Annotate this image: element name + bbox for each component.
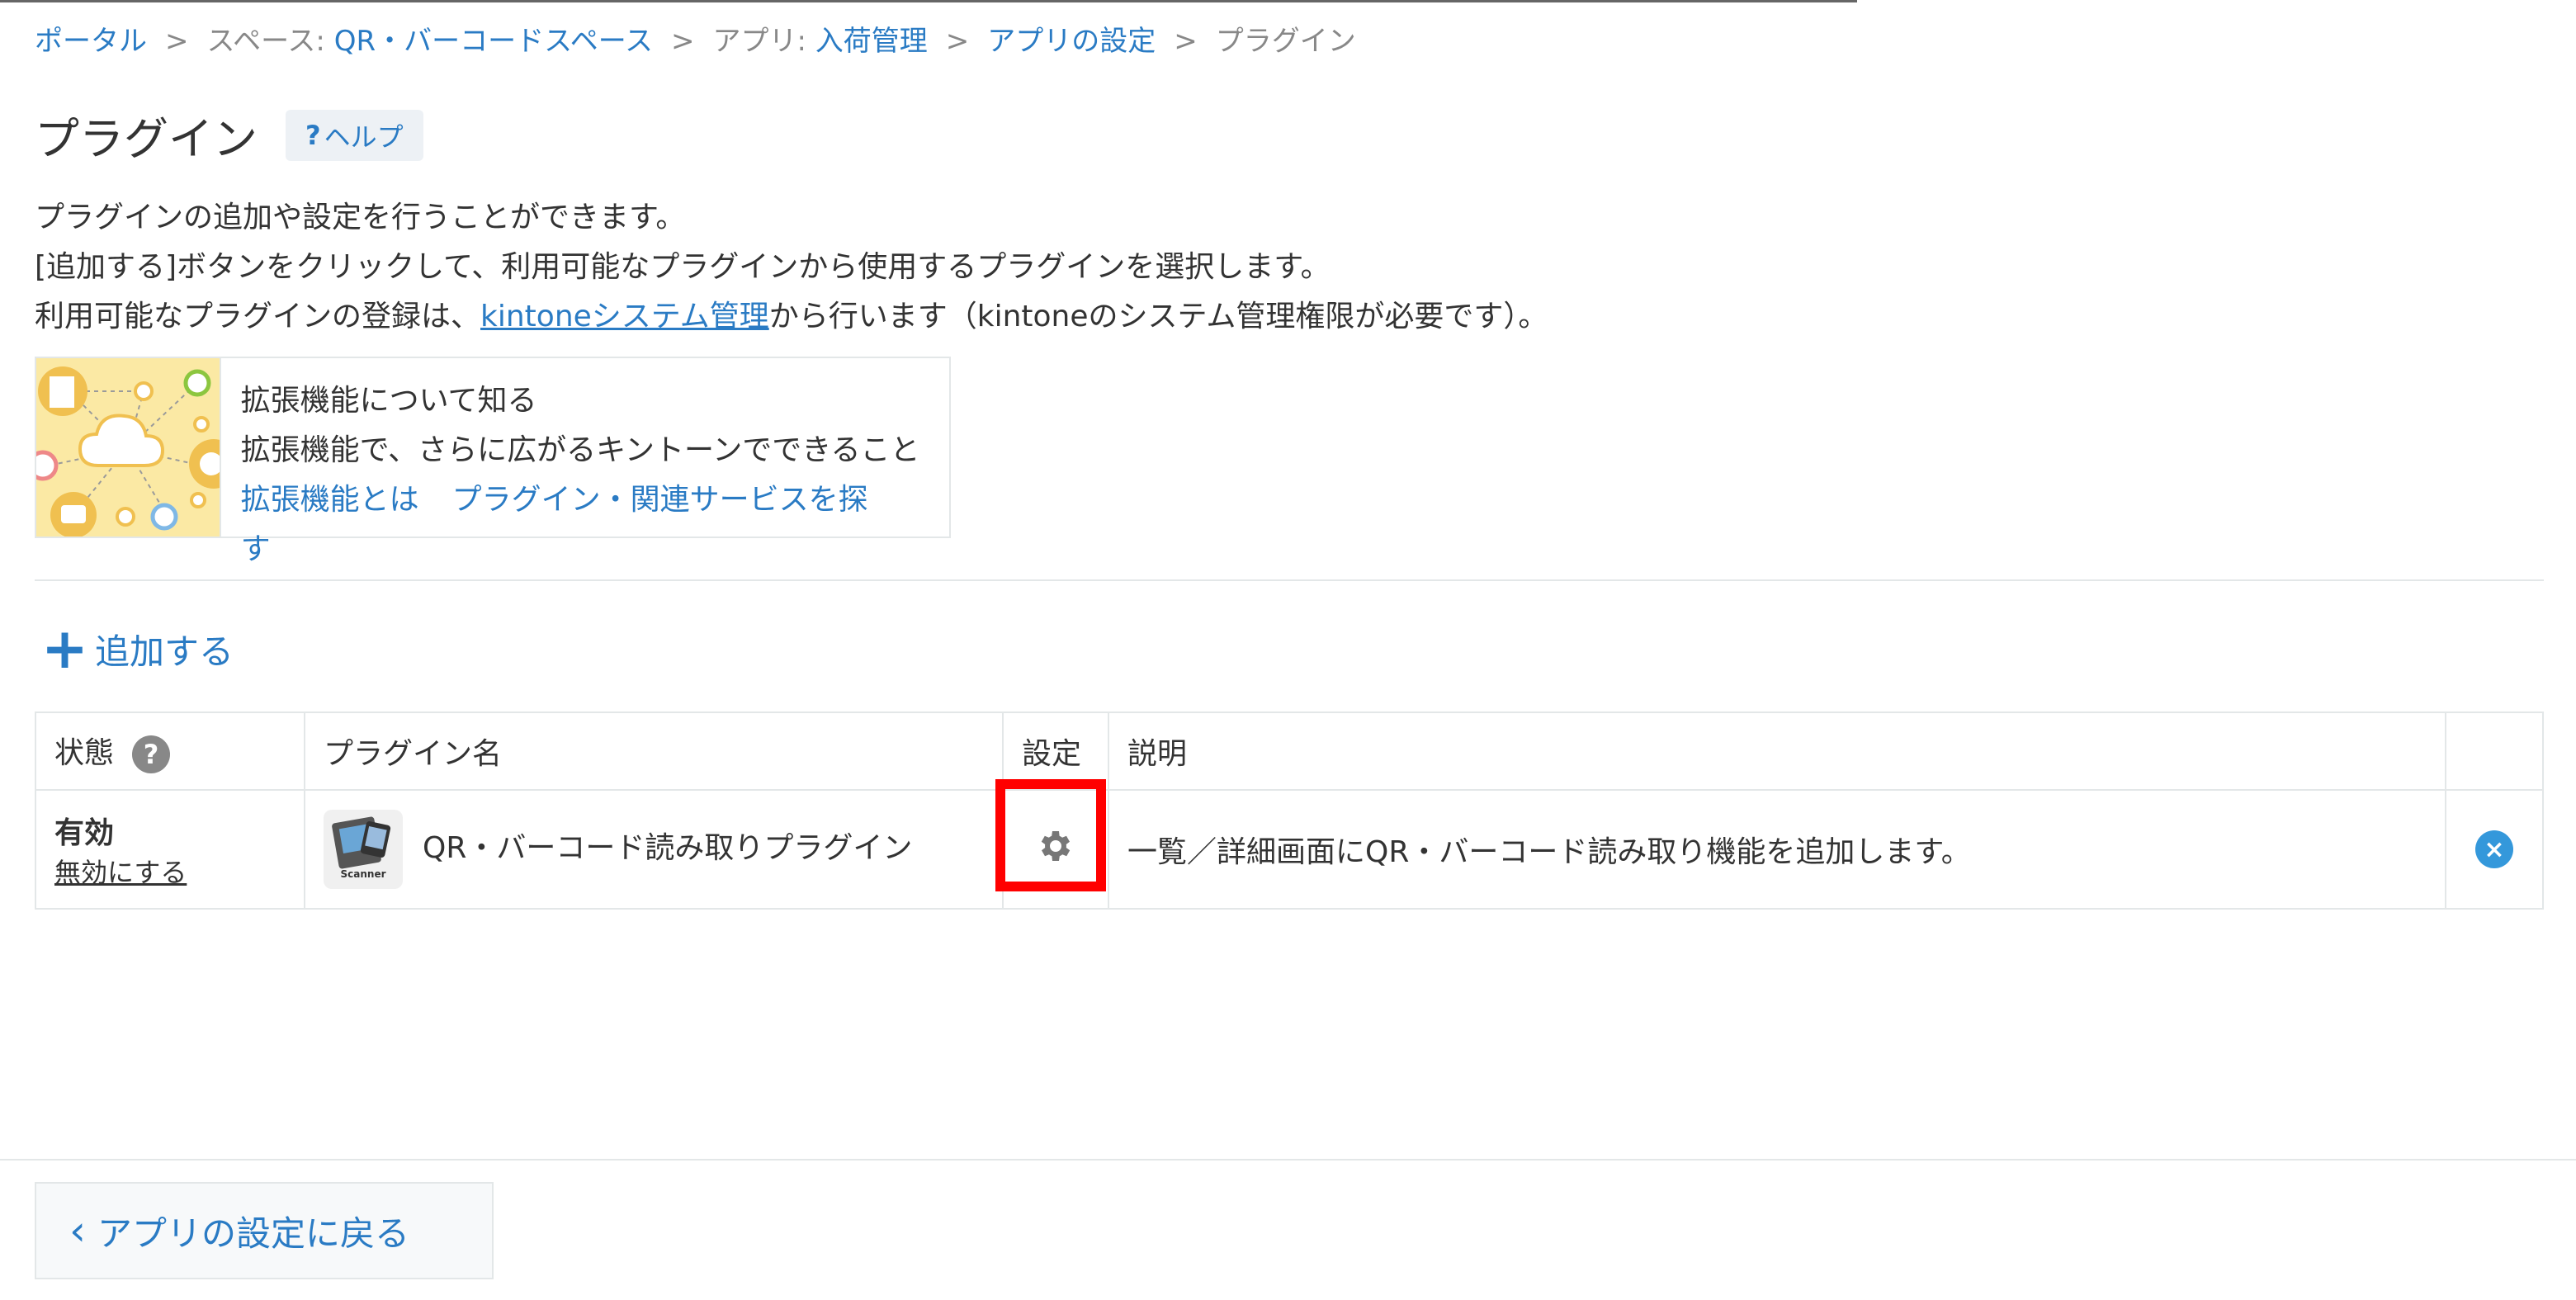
- breadcrumb-separator: >: [671, 25, 695, 58]
- table-row: 有効 無効にする Scanner QR・バーコード読み取りプラグイン 一覧／詳細…: [35, 779, 2544, 910]
- about-extensions-link[interactable]: 拡張機能とは: [241, 483, 419, 517]
- help-button[interactable]: ? ヘルプ: [286, 109, 423, 161]
- header-delete: [2445, 711, 2544, 791]
- back-to-app-settings-button[interactable]: ‹ アプリの設定に戻る: [35, 1182, 494, 1279]
- gear-icon[interactable]: [1036, 826, 1075, 873]
- add-plugin-button[interactable]: + 追加する: [41, 616, 234, 682]
- breadcrumb-app-settings[interactable]: アプリの設定: [987, 25, 1156, 58]
- description-line-1: プラグインの追加や設定を行うことができます。: [35, 201, 686, 234]
- extension-title: 拡張機能について知る: [240, 384, 537, 418]
- extension-text: 拡張機能について知る 拡張機能で、さらに広がるキントーンでできること 拡張機能と…: [221, 358, 949, 566]
- settings-cell: [995, 779, 1109, 910]
- delete-icon[interactable]: ×: [2475, 830, 2513, 868]
- header-status: 状態?: [35, 711, 305, 791]
- title-row: プラグイン ? ヘルプ: [35, 102, 423, 168]
- scanner-icon-label: Scanner: [341, 868, 386, 880]
- plugin-table: 状態? プラグイン名 設定 説明 有効 無効にする Scanner QR・バーコ…: [35, 711, 2544, 910]
- chevron-left-icon: ‹: [69, 1207, 86, 1255]
- disable-plugin-link[interactable]: 無効にする: [54, 857, 187, 888]
- header-plugin-name: プラグイン名: [304, 711, 1004, 791]
- table-header-row: 状態? プラグイン名 設定 説明: [35, 711, 2544, 791]
- status-cell: 有効 無効にする: [35, 789, 305, 910]
- breadcrumb-app-prefix: アプリ:: [712, 25, 815, 58]
- breadcrumb-space[interactable]: QR・バーコードスペース: [334, 25, 653, 58]
- breadcrumb-separator: >: [945, 25, 970, 58]
- breadcrumb-portal[interactable]: ポータル: [35, 25, 147, 58]
- header-settings: 設定: [1002, 711, 1109, 791]
- section-divider: [35, 579, 2544, 581]
- bottom-bar: ‹ アプリの設定に戻る: [0, 1159, 2576, 1300]
- description-line-3-prefix: 利用可能なプラグインの登録は、: [35, 300, 481, 333]
- plugin-name-cell: Scanner QR・バーコード読み取りプラグイン: [304, 789, 1004, 910]
- header-description: 説明: [1108, 711, 2446, 791]
- plus-icon: +: [41, 616, 88, 682]
- back-button-label: アプリの設定に戻る: [97, 1213, 410, 1254]
- breadcrumb-current: プラグイン: [1215, 25, 1356, 58]
- delete-cell: ×: [2445, 789, 2544, 910]
- breadcrumb-space-prefix: スペース:: [206, 25, 334, 58]
- question-icon[interactable]: ?: [132, 735, 171, 773]
- header-status-label: 状態: [54, 736, 115, 770]
- breadcrumb-separator: >: [165, 25, 189, 58]
- scanner-plugin-icon: Scanner: [324, 810, 403, 889]
- description-line-3: 利用可能なプラグインの登録は、kintoneシステム管理から行います（kinto…: [35, 292, 1548, 342]
- add-plugin-label: 追加する: [94, 631, 234, 672]
- kintone-system-admin-link[interactable]: kintoneシステム管理: [480, 300, 769, 333]
- extension-subtitle: 拡張機能で、さらに広がるキントーンでできること: [240, 433, 920, 467]
- breadcrumb-app[interactable]: 入荷管理: [815, 25, 928, 58]
- description-line-3-suffix: から行います（kintoneのシステム管理権限が必要です）。: [768, 300, 1548, 333]
- description: プラグインの追加や設定を行うことができます。 [追加する]ボタンをクリックして、…: [35, 193, 1548, 342]
- status-enabled: 有効: [54, 816, 115, 850]
- description-line-2: [追加する]ボタンをクリックして、利用可能なプラグインから使用するプラグインを選…: [35, 250, 1331, 284]
- extension-links: 拡張機能とは プラグイン・関連サービスを探す: [241, 475, 929, 574]
- help-icon: ?: [305, 119, 321, 151]
- plugin-description-cell: 一覧／詳細画面にQR・バーコード読み取り機能を追加します。: [1108, 789, 2446, 910]
- extension-card: 拡張機能について知る 拡張機能で、さらに広がるキントーンでできること 拡張機能と…: [35, 357, 951, 566]
- plugin-name: QR・バーコード読み取りプラグイン: [423, 831, 913, 865]
- breadcrumb-separator: >: [1174, 25, 1198, 58]
- top-border: [0, 0, 1857, 2]
- extension-illustration: [36, 358, 221, 537]
- page-title: プラグイン: [35, 113, 258, 165]
- help-label: ヘルプ: [324, 121, 404, 153]
- breadcrumb: ポータル > スペース: QR・バーコードスペース > アプリ: 入荷管理 > アプリの設定…: [35, 18, 1356, 59]
